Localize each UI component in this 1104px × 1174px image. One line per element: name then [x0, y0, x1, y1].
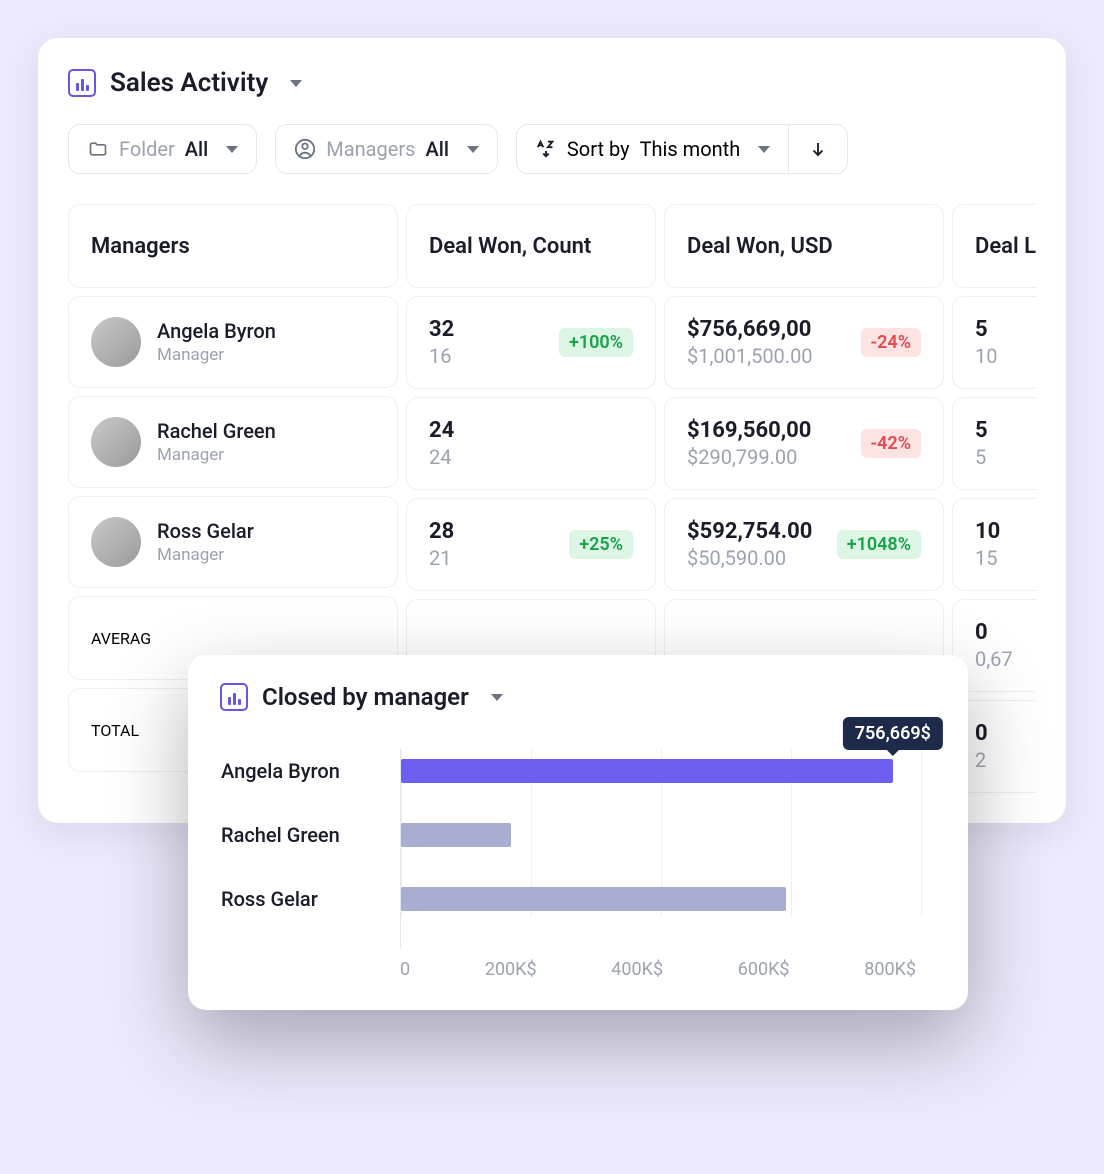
metric-cell: 28 21 +25% — [406, 498, 656, 591]
chevron-down-icon[interactable] — [290, 80, 302, 87]
change-badge: +25% — [569, 530, 633, 559]
x-tick-label: 800K$ — [864, 959, 916, 980]
col-header-count: Deal Won, Count — [406, 204, 656, 288]
metric-cell: 10 15 +33 — [952, 498, 1036, 591]
table-row[interactable]: Angela Byron Manager — [68, 296, 398, 388]
table-row[interactable]: Ross Gelar Manager — [68, 496, 398, 588]
manager-name: Ross Gelar — [157, 519, 254, 543]
metric-cell: $756,669,00 $1,001,500.00 -24% — [664, 296, 944, 389]
chevron-down-icon[interactable] — [491, 694, 503, 701]
chart-x-axis: 0 200K$ 400K$ 600K$ 800K$ — [400, 959, 916, 980]
page-title: Sales Activity — [110, 68, 268, 98]
sort-direction-button[interactable] — [789, 125, 847, 173]
manager-name: Angela Byron — [157, 319, 276, 343]
closed-by-manager-panel: Closed by manager Angela ByronRachel Gre… — [188, 655, 968, 1010]
sort-az-icon — [535, 138, 557, 160]
chart-category-label: Angela Byron — [221, 759, 391, 783]
chart-body: Angela ByronRachel GreenRoss Gelar756,66… — [220, 749, 936, 980]
x-tick-label: 400K$ — [611, 959, 663, 980]
folder-value: All — [185, 137, 208, 161]
col-header-usd: Deal Won, USD — [664, 204, 944, 288]
col-header-lost: Deal Lo — [952, 204, 1036, 288]
avatar — [91, 317, 141, 367]
person-icon — [294, 138, 316, 160]
change-badge: -42% — [861, 429, 921, 458]
change-badge: -24% — [861, 328, 921, 357]
avatar — [91, 417, 141, 467]
metric-cell: 32 16 +100% — [406, 296, 656, 389]
sort-value: This month — [640, 137, 741, 161]
metric-cell: 24 24 — [406, 397, 656, 490]
folder-filter[interactable]: Folder All — [68, 124, 257, 174]
manager-role: Manager — [157, 545, 254, 565]
managers-label: Managers — [326, 137, 415, 161]
manager-name: Rachel Green — [157, 419, 276, 443]
metric-cell: $169,560,00 $290,799.00 -42% — [664, 397, 944, 490]
chart-title: Closed by manager — [262, 683, 469, 711]
chevron-down-icon — [226, 146, 238, 153]
x-tick-label: 600K$ — [738, 959, 790, 980]
managers-value: All — [425, 137, 448, 161]
arrow-down-icon — [807, 138, 829, 160]
chart-icon — [68, 69, 96, 97]
chart-tooltip: 756,669$ — [843, 717, 943, 750]
x-tick-label: 200K$ — [485, 959, 537, 980]
avatar — [91, 517, 141, 567]
chevron-down-icon — [467, 146, 479, 153]
chart-bar[interactable] — [401, 759, 893, 783]
metric-cell: 5 10 +10 — [952, 296, 1036, 389]
filters-row: Folder All Managers All Sort by Thi — [68, 124, 1036, 174]
chart-category-label: Ross Gelar — [221, 887, 391, 911]
sort-filter[interactable]: Sort by This month — [516, 124, 848, 174]
folder-icon — [87, 138, 109, 160]
folder-label: Folder — [119, 137, 175, 161]
card-header: Sales Activity — [68, 68, 1036, 98]
manager-role: Manager — [157, 445, 276, 465]
manager-role: Manager — [157, 345, 276, 365]
chart-bar[interactable] — [401, 823, 511, 847]
chevron-down-icon — [758, 146, 770, 153]
change-badge: +1048% — [837, 530, 921, 559]
col-header-managers: Managers — [68, 204, 398, 288]
managers-filter[interactable]: Managers All — [275, 124, 498, 174]
metric-cell: 5 5 — [952, 397, 1036, 490]
chart-category-label: Rachel Green — [221, 823, 391, 847]
chart-panel-header: Closed by manager — [220, 683, 936, 729]
chart-grid: Angela ByronRachel GreenRoss Gelar756,66… — [400, 749, 916, 949]
sort-label: Sort by — [567, 137, 630, 161]
chart-icon — [220, 683, 248, 711]
table-row[interactable]: Rachel Green Manager — [68, 396, 398, 488]
change-badge: +100% — [559, 328, 633, 357]
chart-bar[interactable] — [401, 887, 786, 911]
x-tick-label: 0 — [400, 959, 410, 980]
metric-cell: $592,754.00 $50,590.00 +1048% — [664, 498, 944, 591]
